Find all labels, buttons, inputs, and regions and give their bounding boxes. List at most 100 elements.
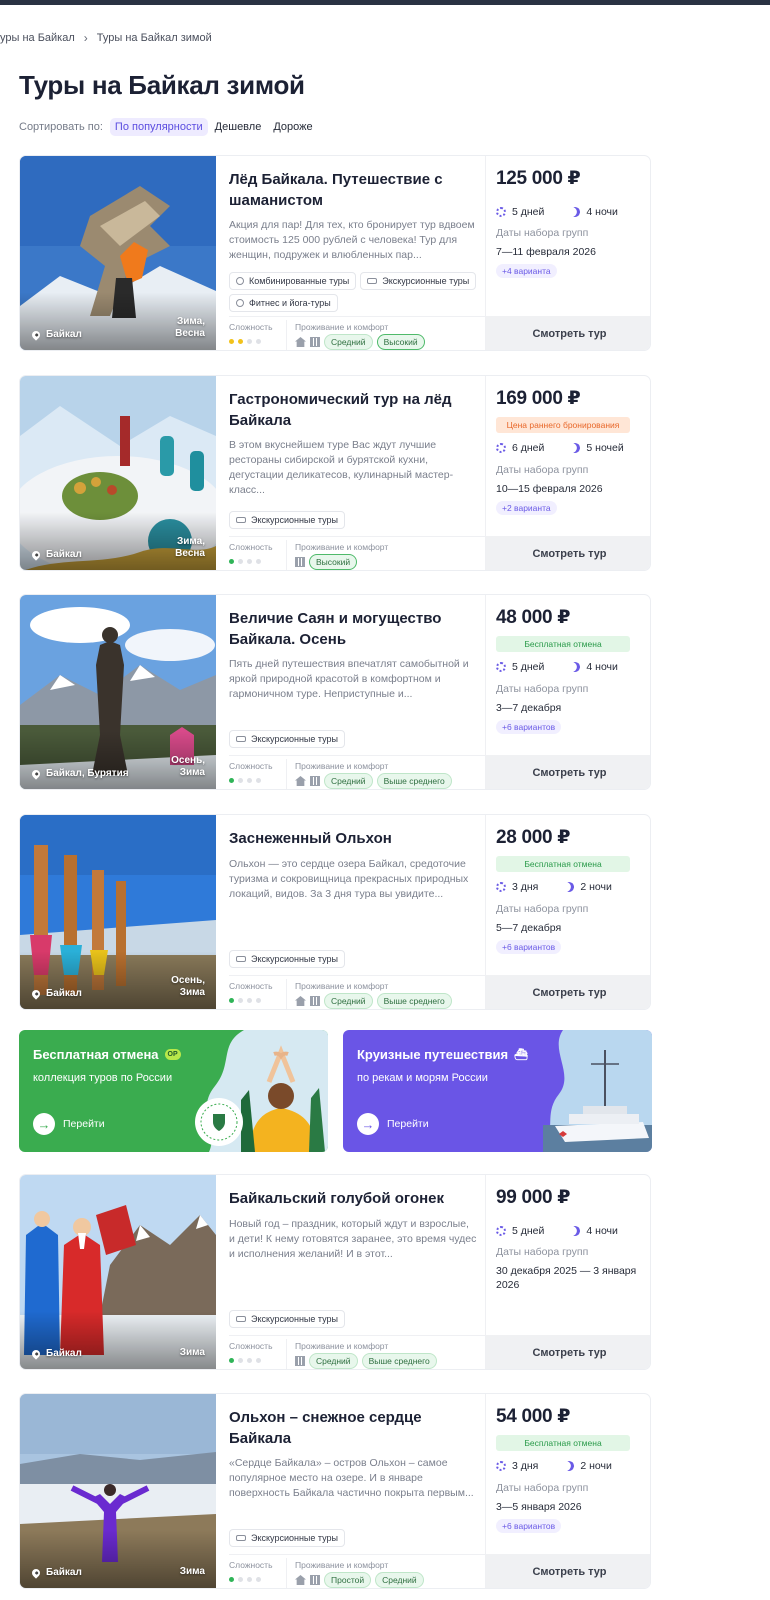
comfort-label: Проживание и комфорт (295, 981, 389, 991)
sort-option-cheaper[interactable]: Дешевле (210, 118, 267, 136)
promo-subtitle: по рекам и морям России (357, 1072, 488, 1084)
tour-title[interactable]: Байкальский голубой огонек (229, 1188, 479, 1209)
comfort-label: Проживание и комфорт (295, 322, 389, 332)
view-tour-button[interactable]: Смотреть тур (486, 316, 650, 350)
tour-location: Байкал, Бурятия (30, 767, 129, 780)
tour-card[interactable]: Байкал, Бурятия Осень, Зима Величие Саян … (19, 594, 651, 790)
tour-card[interactable]: Байкал Осень, Зима Заснеженный Ольхон Оль… (19, 814, 651, 1010)
tour-card[interactable]: Байкал Зима Байкальский голубой огонек Н… (19, 1174, 651, 1370)
early-booking-badge: Цена раннего бронирования (496, 417, 630, 433)
tour-tag[interactable]: Экскурсионные туры (360, 272, 477, 290)
tour-info: Байкальский голубой огонек Новый год – п… (229, 1175, 487, 1369)
tour-tag[interactable]: Комбинированные туры (229, 272, 357, 290)
tour-tag[interactable]: Экскурсионные туры (229, 1310, 345, 1328)
hotel-icon (295, 1356, 305, 1366)
tour-tag[interactable]: Экскурсионные туры (229, 1529, 345, 1547)
tour-photo[interactable]: Байкал Зима, Весна (20, 156, 216, 350)
tour-photo[interactable]: Байкал Зима (20, 1175, 216, 1369)
tour-title[interactable]: Ольхон – снежное сердце Байкала (229, 1407, 479, 1449)
tour-tag[interactable]: Экскурсионные туры (229, 730, 345, 748)
tour-photo[interactable]: Байкал, Бурятия Осень, Зима (20, 595, 216, 789)
tour-tags: Экскурсионные туры (229, 511, 487, 529)
photo-shade (20, 1311, 216, 1369)
tour-card[interactable]: Байкал Зима, Весна Гастрономический тур н… (19, 375, 651, 571)
promo-title: Бесплатная отмена OP (33, 1047, 181, 1062)
season-line: Осень, (171, 975, 205, 986)
view-tour-button[interactable]: Смотреть тур (486, 1335, 650, 1369)
breadcrumb-item-baikal[interactable]: уры на Байкал (0, 32, 75, 44)
view-tour-button[interactable]: Смотреть тур (486, 975, 650, 1009)
difficulty-dot (238, 778, 243, 783)
difficulty-dot (238, 559, 243, 564)
view-tour-button[interactable]: Смотреть тур (486, 1554, 650, 1588)
tour-tag-label: Экскурсионные туры (251, 954, 338, 964)
tour-title[interactable]: Величие Саян и могущество Байкала. Осень (229, 608, 479, 650)
hotel-icon (295, 557, 305, 567)
sort-bar: Сортировать по: По популярности Дешевле … (19, 118, 320, 136)
variants-link[interactable]: +4 варианта (496, 264, 557, 278)
difficulty-label: Сложность (229, 322, 273, 332)
tour-photo[interactable]: Байкал Осень, Зима (20, 815, 216, 1009)
tour-days: 3 дня (512, 1460, 539, 1472)
tour-tag[interactable]: Экскурсионные туры (229, 511, 345, 529)
breadcrumb-item-current: Туры на Байкал зимой (96, 32, 212, 44)
tour-price: 48 000 ₽ (496, 607, 571, 628)
promo-title-text: Круизные путешествия (357, 1047, 509, 1062)
promo-go-button[interactable]: → Перейти (33, 1113, 105, 1135)
tour-title[interactable]: Лёд Байкала. Путешествие с шаманистом (229, 169, 479, 211)
promo-go-button[interactable]: → Перейти (357, 1113, 429, 1135)
comfort-label: Проживание и комфорт (295, 1560, 389, 1570)
tour-photo[interactable]: Байкал Зима (20, 1394, 216, 1588)
tour-tag[interactable]: Фитнес и йога-туры (229, 294, 338, 312)
tour-price: 125 000 ₽ (496, 168, 581, 189)
difficulty-dot (229, 998, 234, 1003)
tour-tag[interactable]: Экскурсионные туры (229, 950, 345, 968)
comfort-levels: Средний Выше среднего (295, 773, 452, 789)
tour-location-text: Байкал (46, 329, 82, 340)
tour-card[interactable]: Байкал Зима, Весна Лёд Байкала. Путешеств… (19, 155, 651, 351)
tour-card[interactable]: Байкал Зима Ольхон – снежное сердце Байк… (19, 1393, 651, 1589)
tour-tags: Комбинированные туры Экскурсионные туры … (229, 272, 487, 312)
page-title: Туры на Байкал зимой (19, 70, 305, 100)
promo-free-cancellation[interactable]: Бесплатная отмена OP коллекция туров по … (19, 1030, 328, 1152)
view-tour-button[interactable]: Смотреть тур (486, 755, 650, 789)
tour-title[interactable]: Заснеженный Ольхон (229, 828, 479, 849)
promo-cruises[interactable]: Круизные путешествия ⛴ по рекам и морям … (343, 1030, 652, 1152)
tour-description: «Сердце Байкала» – остров Ольхон – самое… (229, 1457, 474, 1499)
comfort-levels: Средний Выше среднего (295, 1353, 437, 1369)
sort-option-expensive[interactable]: Дороже (268, 118, 317, 136)
tour-nights: 2 ночи (580, 1460, 612, 1472)
house-icon (295, 337, 306, 347)
tour-tag-label: Фитнес и йога-туры (249, 298, 331, 308)
variants-link[interactable]: +2 варианта (496, 501, 557, 515)
difficulty-label: Сложность (229, 1560, 273, 1570)
tour-season: Зима (180, 1347, 205, 1359)
season-line: Зима (179, 987, 205, 998)
meta-divider (286, 1339, 287, 1369)
comfort-badge: Высокий (376, 334, 425, 350)
tour-price: 54 000 ₽ (496, 1406, 571, 1427)
tour-dates: 3—7 декабря (496, 702, 562, 714)
season-line: Весна (175, 548, 205, 559)
difficulty-meter (229, 998, 261, 1003)
variants-link[interactable]: +6 вариантов (496, 940, 562, 954)
tour-duration: 5 дней 4 ночи (496, 1225, 618, 1237)
difficulty-dot (247, 1577, 252, 1582)
tour-title[interactable]: Гастрономический тур на лёд Байкала (229, 389, 479, 431)
variants-link[interactable]: +6 вариантов (496, 1519, 562, 1533)
meta-divider (286, 759, 287, 789)
tour-nights: 4 ночи (586, 661, 618, 673)
location-pin-icon (30, 767, 42, 780)
tour-description: Новый год – праздник, который ждут и взр… (229, 1218, 477, 1260)
tour-info: Заснеженный Ольхон Ольхон — это сердце о… (229, 815, 487, 1009)
tour-dates: 30 декабря 2025 — 3 января 2026 (496, 1265, 637, 1291)
free-cancellation-badge: Бесплатная отмена (496, 1435, 630, 1451)
tour-meta: Сложность Проживание и комфорт Высокий (229, 536, 487, 570)
sort-option-popularity[interactable]: По популярности (109, 118, 208, 136)
tour-duration: 6 дней 5 ночей (496, 442, 624, 454)
tour-price-panel: 54 000 ₽ Бесплатная отмена 3 дня 2 ночи … (485, 1394, 650, 1588)
tour-location-text: Байкал, Бурятия (46, 768, 129, 779)
view-tour-button[interactable]: Смотреть тур (486, 536, 650, 570)
variants-link[interactable]: +6 вариантов (496, 720, 562, 734)
tour-photo[interactable]: Байкал Зима, Весна (20, 376, 216, 570)
